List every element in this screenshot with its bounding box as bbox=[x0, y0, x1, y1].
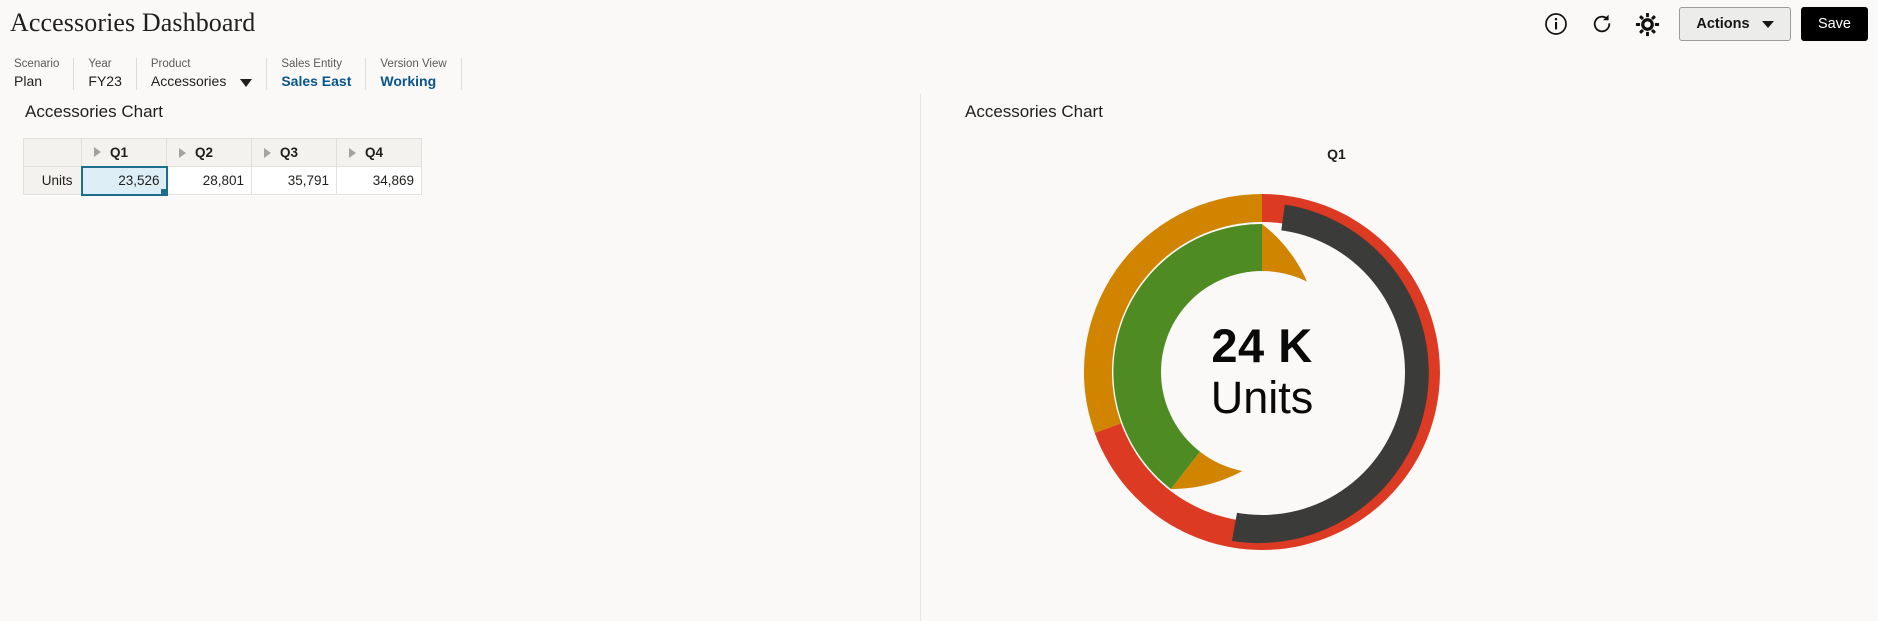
table-header-row: Q1 Q2 Q3 Q4 bbox=[23, 138, 422, 168]
column-header-q3[interactable]: Q3 bbox=[251, 138, 337, 167]
pov-value-version-view[interactable]: Working bbox=[380, 72, 446, 91]
refresh-icon[interactable] bbox=[1579, 5, 1625, 43]
page-title: Accessories Dashboard bbox=[10, 8, 256, 37]
cell-units-q4[interactable]: 34,869 bbox=[336, 166, 422, 195]
panel-chart: Accessories Chart Q1 24 K Units bbox=[921, 94, 1878, 621]
row-header-units[interactable]: Units bbox=[23, 166, 82, 195]
column-header-q2-label: Q2 bbox=[195, 145, 214, 160]
app-header: Accessories Dashboard Actions Save bbox=[0, 0, 1878, 56]
info-icon[interactable] bbox=[1533, 5, 1579, 43]
grid-corner-cell bbox=[23, 138, 82, 167]
pov-item-product[interactable]: Product Accessories bbox=[137, 56, 266, 94]
cell-units-q1[interactable]: 23,526 bbox=[80, 165, 168, 196]
pov-label-version-view: Version View bbox=[380, 58, 447, 70]
column-header-q4-label: Q4 bbox=[365, 145, 384, 160]
donut-chart-svg[interactable] bbox=[1052, 162, 1472, 582]
pov-divider bbox=[460, 58, 462, 90]
pov-item-sales-entity[interactable]: Sales Entity Sales East bbox=[267, 56, 365, 94]
data-grid: Q1 Q2 Q3 Q4 Units 23,526 28,801 35,791 3… bbox=[23, 138, 422, 196]
pov-value-product: Accessories bbox=[150, 72, 253, 91]
donut-chart: Q1 24 K Units bbox=[921, 130, 1878, 621]
pov-bar: Scenario Plan Year FY23 Product Accessor… bbox=[0, 56, 1878, 94]
pov-label-year: Year bbox=[88, 58, 112, 70]
save-button[interactable]: Save bbox=[1800, 7, 1868, 41]
pov-label-sales-entity: Sales Entity bbox=[281, 58, 343, 70]
panel-chart-title: Accessories Chart bbox=[965, 102, 1103, 121]
column-header-q4[interactable]: Q4 bbox=[336, 138, 422, 167]
chevron-down-icon bbox=[1761, 20, 1774, 28]
pov-label-scenario: Scenario bbox=[14, 58, 60, 70]
pov-value-sales-entity[interactable]: Sales East bbox=[281, 72, 351, 91]
pov-label-product: Product bbox=[150, 58, 191, 70]
table-row: Units 23,526 28,801 35,791 34,869 bbox=[23, 165, 422, 196]
panel-grid-title: Accessories Chart bbox=[25, 102, 163, 121]
pov-item-version-view[interactable]: Version View Working bbox=[366, 56, 460, 94]
expand-triangle-icon[interactable] bbox=[264, 147, 271, 158]
expand-triangle-icon[interactable] bbox=[94, 147, 101, 158]
column-header-q1[interactable]: Q1 bbox=[81, 138, 167, 168]
column-header-q2[interactable]: Q2 bbox=[166, 138, 252, 167]
column-header-q3-label: Q3 bbox=[280, 145, 299, 160]
pov-value-scenario: Plan bbox=[14, 73, 43, 89]
pov-item-year[interactable]: Year FY23 bbox=[74, 56, 135, 94]
cell-units-q2[interactable]: 28,801 bbox=[166, 166, 252, 195]
header-actions: Actions Save bbox=[1533, 5, 1868, 43]
dashboard-body: Accessories Chart Q1 Q2 Q3 Q4 Units 23,5… bbox=[0, 94, 1878, 621]
pov-value-year: FY23 bbox=[88, 73, 122, 89]
pov-item-scenario[interactable]: Scenario Plan bbox=[10, 56, 73, 94]
data-grid-wrapper: Q1 Q2 Q3 Q4 Units 23,526 28,801 35,791 3… bbox=[23, 138, 422, 196]
donut-chart-label: Q1 bbox=[1327, 146, 1346, 162]
column-header-q1-label: Q1 bbox=[110, 144, 129, 160]
expand-triangle-icon[interactable] bbox=[179, 147, 186, 158]
gear-icon[interactable] bbox=[1625, 5, 1671, 43]
chevron-down-icon[interactable] bbox=[240, 78, 253, 87]
pov-value-product-text: Accessories bbox=[150, 73, 227, 89]
donut-inner-hole bbox=[1161, 271, 1363, 473]
panel-grid: Accessories Chart Q1 Q2 Q3 Q4 Units 23,5… bbox=[0, 94, 921, 621]
cell-units-q3[interactable]: 35,791 bbox=[251, 166, 337, 195]
actions-button-label: Actions bbox=[1696, 16, 1750, 32]
actions-button[interactable]: Actions bbox=[1678, 7, 1791, 41]
expand-triangle-icon[interactable] bbox=[349, 147, 356, 158]
